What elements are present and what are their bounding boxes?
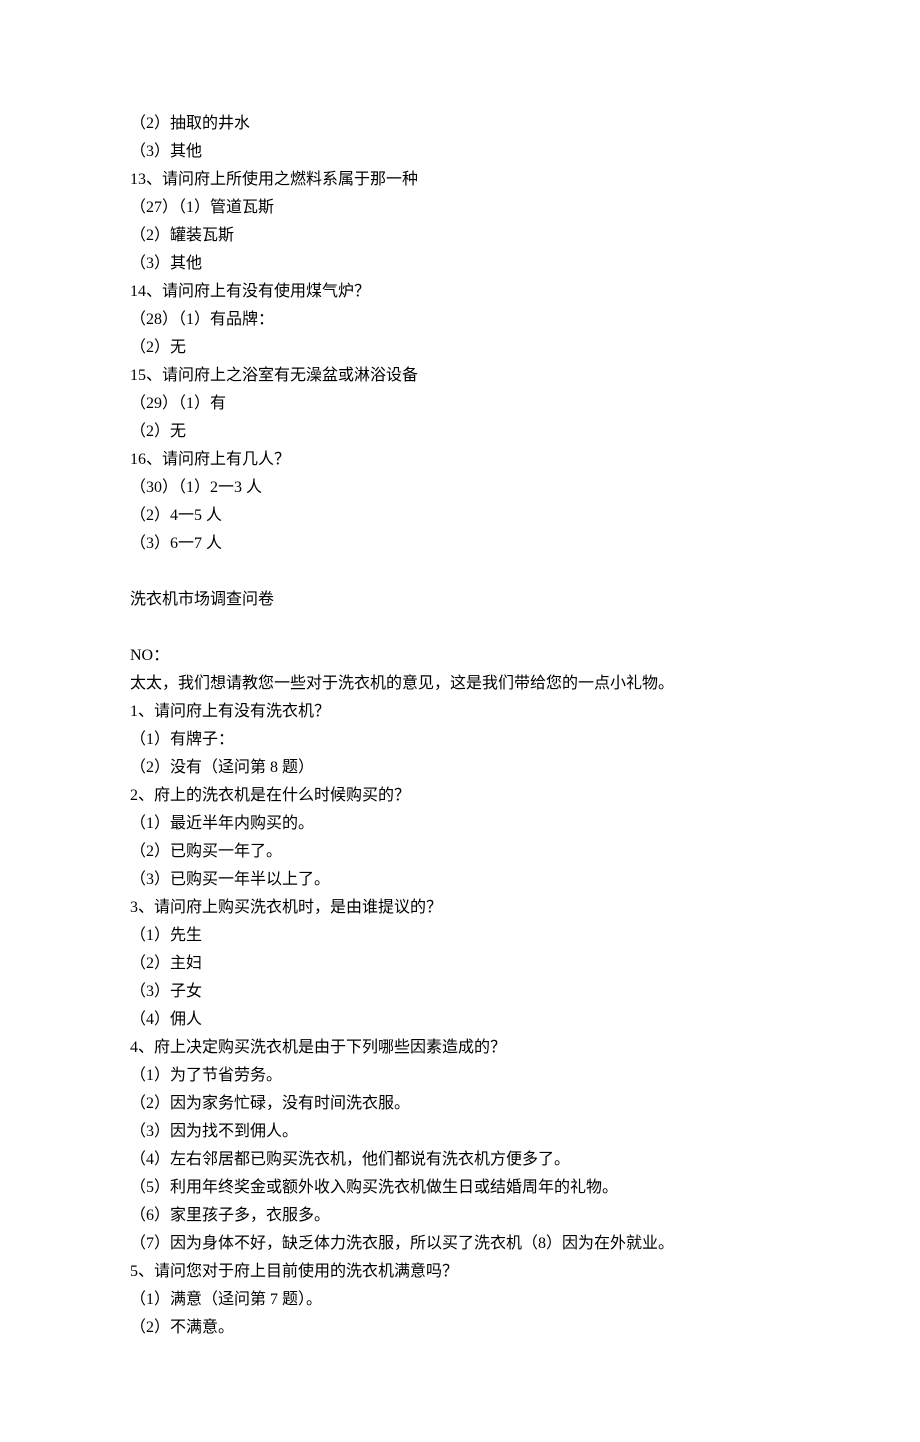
text-line: （2）没有（迳问第 8 题） bbox=[130, 754, 790, 782]
text-line: （4）左右邻居都已购买洗衣机，他们都说有洗衣机方便多了。 bbox=[130, 1146, 790, 1174]
text-line: （7）因为身体不好，缺乏体力洗衣服，所以买了洗衣机（8）因为在外就业。 bbox=[130, 1230, 790, 1258]
text-line: （5）利用年终奖金或额外收入购买洗衣机做生日或结婚周年的礼物。 bbox=[130, 1174, 790, 1202]
text-line: （1）为了节省劳务。 bbox=[130, 1062, 790, 1090]
text-line: （27）（1）管道瓦斯 bbox=[130, 194, 790, 222]
text-line: （3）其他 bbox=[130, 138, 790, 166]
text-line: 15、请问府上之浴室有无澡盆或淋浴设备 bbox=[130, 362, 790, 390]
text-line: （2）已购买一年了。 bbox=[130, 838, 790, 866]
text-line: 4、府上决定购买洗衣机是由于下列哪些因素造成的？ bbox=[130, 1034, 790, 1062]
text-line: 2、府上的洗衣机是在什么时候购买的？ bbox=[130, 782, 790, 810]
text-line: 16、请问府上有几人？ bbox=[130, 446, 790, 474]
text-line: （6）家里孩子多，衣服多。 bbox=[130, 1202, 790, 1230]
text-line: 14、请问府上有没有使用煤气炉？ bbox=[130, 278, 790, 306]
document-body: （2）抽取的井水（3）其他13、请问府上所使用之燃料系属于那一种（27）（1）管… bbox=[130, 110, 790, 1342]
text-line: （2）4一5 人 bbox=[130, 502, 790, 530]
text-line: （3）其他 bbox=[130, 250, 790, 278]
text-line: 太太，我们想请教您一些对于洗衣机的意见，这是我们带给您的一点小礼物。 bbox=[130, 670, 790, 698]
text-line: （29）（1）有 bbox=[130, 390, 790, 418]
text-line: （2）因为家务忙碌，没有时间洗衣服。 bbox=[130, 1090, 790, 1118]
text-line: （3）因为找不到佣人。 bbox=[130, 1118, 790, 1146]
text-line: （4）佣人 bbox=[130, 1006, 790, 1034]
text-line: 洗衣机市场调查问卷 bbox=[130, 586, 790, 614]
text-line: （2）抽取的井水 bbox=[130, 110, 790, 138]
text-line: （1）有牌子： bbox=[130, 726, 790, 754]
text-line: （2）罐装瓦斯 bbox=[130, 222, 790, 250]
text-line: （2）主妇 bbox=[130, 950, 790, 978]
text-line: （3）已购买一年半以上了。 bbox=[130, 866, 790, 894]
text-line: 5、请问您对于府上目前使用的洗衣机满意吗？ bbox=[130, 1258, 790, 1286]
text-line: （3）子女 bbox=[130, 978, 790, 1006]
text-line: （1）最近半年内购买的。 bbox=[130, 810, 790, 838]
text-line: NO： bbox=[130, 642, 790, 670]
text-line: （2）无 bbox=[130, 334, 790, 362]
text-line: 13、请问府上所使用之燃料系属于那一种 bbox=[130, 166, 790, 194]
text-line: （30）（1）2一3 人 bbox=[130, 474, 790, 502]
text-line: （1）先生 bbox=[130, 922, 790, 950]
text-line: 1、请问府上有没有洗衣机？ bbox=[130, 698, 790, 726]
text-line: （28）（1）有品牌： bbox=[130, 306, 790, 334]
text-line: 3、请问府上购买洗衣机时，是由谁提议的？ bbox=[130, 894, 790, 922]
text-line: （1）满意（迳问第 7 题）。 bbox=[130, 1286, 790, 1314]
text-line: （2）不满意。 bbox=[130, 1314, 790, 1342]
blank-line bbox=[130, 558, 790, 586]
text-line: （2）无 bbox=[130, 418, 790, 446]
blank-line bbox=[130, 614, 790, 642]
text-line: （3）6一7 人 bbox=[130, 530, 790, 558]
